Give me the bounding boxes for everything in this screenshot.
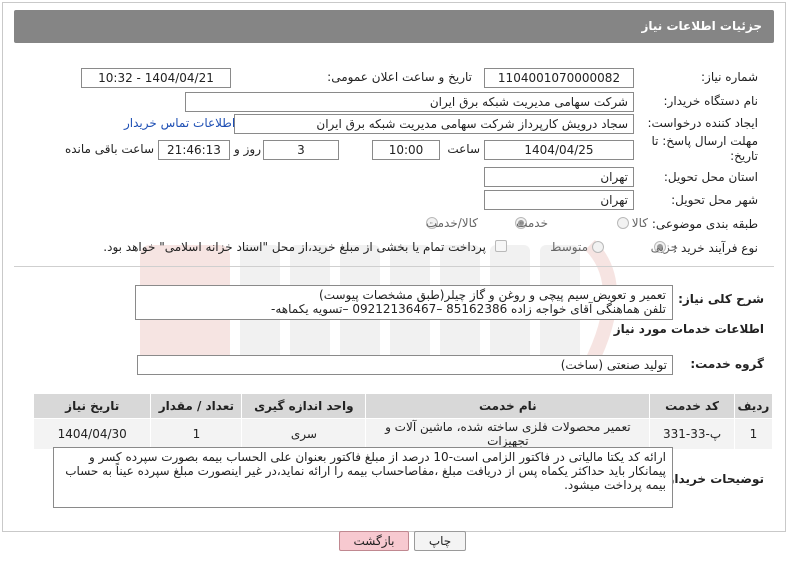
summary-textbox[interactable]: تعمیر و تعویض سیم پیچی و روغن و گاز چیلر…: [135, 285, 673, 320]
col-need-date: تاریخ نیاز: [32, 393, 152, 419]
page-header: جزئیات اطلاعات نیاز: [14, 10, 774, 43]
days-remaining-field[interactable]: 3: [263, 140, 339, 160]
col-service-name: نام خدمت: [365, 393, 651, 419]
col-unit: واحد اندازه گیری: [241, 393, 367, 419]
cell-row-number: 1: [733, 418, 774, 450]
buyer-contact-link[interactable]: اطلاعات تماس خریدار: [124, 116, 235, 130]
category-option-goods-service: کالا/خدمت: [425, 216, 478, 230]
category-option-service: خدمت: [516, 216, 548, 230]
cell-unit: سری: [241, 418, 367, 450]
category-radio-goods[interactable]: [617, 217, 629, 229]
summary-line-1: تعمیر و تعویض سیم پیچی و روغن و گاز چیلر…: [319, 288, 666, 302]
category-label: طبقه بندی موضوعی:: [651, 217, 758, 231]
deadline-label: مهلت ارسال پاسخ: تا تاریخ:: [651, 134, 758, 163]
city-label: شهر محل تحویل:: [671, 193, 758, 207]
buyer-org-label: نام دستگاه خریدار:: [663, 94, 759, 108]
summary-line-2: تلفن هماهنگی آقای خواجه زاده 85162386 –0…: [271, 302, 666, 316]
remaining-label: ساعت باقی مانده: [64, 142, 154, 156]
back-button[interactable]: بازگشت: [339, 531, 409, 551]
time-label: ساعت: [447, 142, 480, 156]
cell-quantity: 1: [150, 418, 243, 450]
col-quantity: تعداد / مقدار: [150, 393, 243, 419]
remaining-time-field[interactable]: 21:46:13: [158, 140, 230, 160]
print-button[interactable]: چاپ: [414, 531, 466, 551]
province-label: استان محل تحویل:: [663, 170, 758, 184]
city-field[interactable]: تهران: [484, 190, 634, 210]
process-radio-medium[interactable]: [592, 241, 604, 253]
days-label: روز و: [234, 142, 261, 156]
need-number-field[interactable]: 1104001070000082: [484, 68, 634, 88]
process-label: نوع فرآیند خرید :: [673, 241, 758, 255]
services-table: ردیف کد خدمت نام خدمت واحد اندازه گیری ت…: [32, 393, 774, 450]
page-title: جزئیات اطلاعات نیاز: [641, 19, 762, 33]
requester-label: ایجاد کننده درخواست:: [647, 116, 758, 130]
service-group-label: گروه خدمت:: [690, 357, 764, 371]
cell-service-name: تعمیر محصولات فلزی ساخته شده، ماشین آلات…: [365, 418, 651, 450]
buyer-org-field[interactable]: شرکت سهامی مدیریت شبکه برق ایران: [185, 92, 634, 112]
announce-datetime-field[interactable]: 1404/04/21 - 10:32: [81, 68, 231, 88]
section-divider: [14, 266, 774, 267]
services-section-title: اطلاعات خدمات مورد نیاز: [613, 322, 764, 336]
category-option-goods: کالا: [631, 216, 648, 230]
process-option-medium: متوسط: [550, 240, 588, 254]
payment-note: پرداخت تمام یا بخشی از مبلغ خرید،از محل …: [103, 240, 486, 254]
deadline-time-field[interactable]: 10:00: [372, 140, 440, 160]
service-group-field[interactable]: تولید صنعتی (ساخت): [137, 355, 673, 375]
cell-service-code: پ-33-331: [649, 418, 735, 450]
province-field[interactable]: تهران: [484, 167, 634, 187]
process-option-minor: جزیی: [650, 240, 678, 254]
col-row-number: ردیف: [733, 393, 774, 419]
announce-label: تاریخ و ساعت اعلان عمومی:: [327, 70, 472, 84]
deadline-date-field[interactable]: 1404/04/25: [484, 140, 634, 160]
buyer-notes-textbox[interactable]: ارائه کد یکتا مالیاتی در فاکتور الزامی ا…: [53, 447, 673, 508]
col-service-code: کد خدمت: [649, 393, 735, 419]
requester-field[interactable]: سجاد درویش کارپرداز شرکت سهامی مدیریت شب…: [234, 114, 634, 134]
table-row: 1 پ-33-331 تعمیر محصولات فلزی ساخته شده،…: [32, 418, 774, 450]
treasury-payment-checkbox[interactable]: [495, 240, 507, 252]
need-number-label: شماره نیاز:: [701, 70, 758, 84]
cell-need-date: 1404/04/30: [32, 418, 152, 450]
buyer-notes-label: توضیحات خریدار:: [662, 472, 764, 486]
summary-label: شرح کلی نیاز:: [678, 292, 764, 306]
table-header-row: ردیف کد خدمت نام خدمت واحد اندازه گیری ت…: [32, 393, 774, 419]
